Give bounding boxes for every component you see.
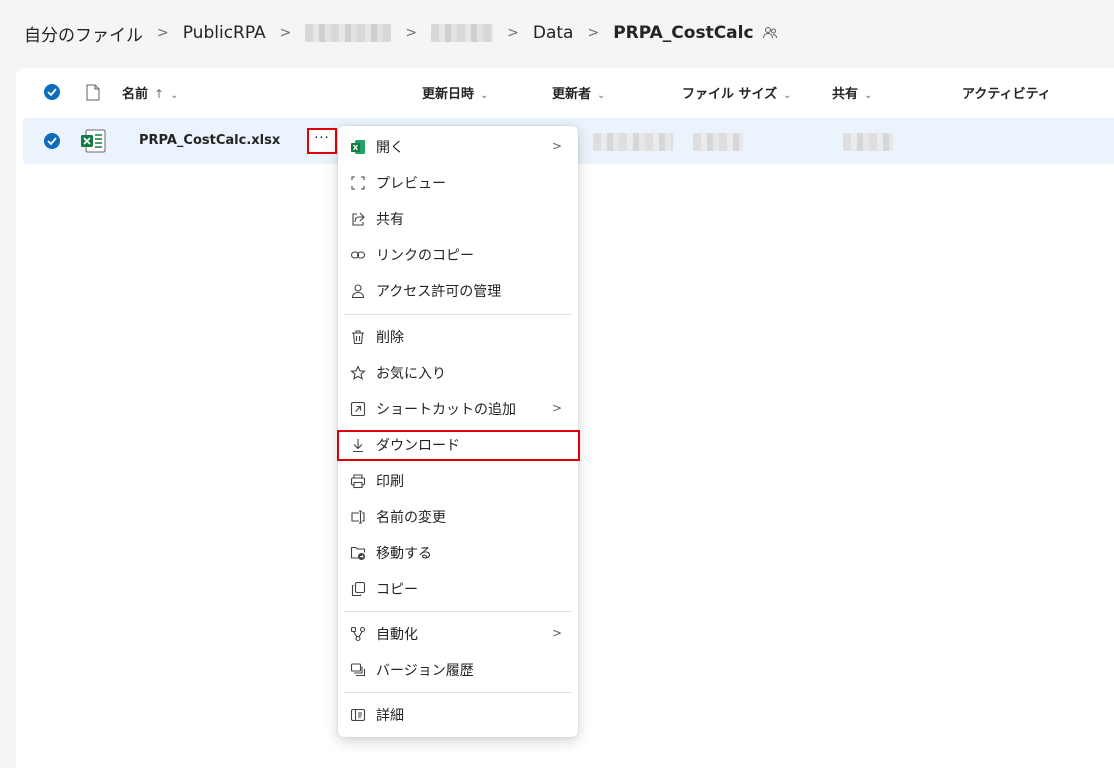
menu-item-favorite[interactable]: お気に入り: [344, 357, 572, 389]
chevron-right-icon: >: [405, 25, 418, 41]
rename-icon: [348, 507, 368, 527]
column-header-file-size[interactable]: ファイル サイズ ⌄: [682, 83, 792, 102]
trash-icon: [348, 327, 368, 347]
menu-item-copy-link-label: リンクのコピー: [376, 248, 474, 264]
column-header-file-size-label: ファイル サイズ: [682, 87, 778, 102]
menu-item-automate[interactable]: 自動化 >: [344, 618, 572, 650]
star-icon: [348, 363, 368, 383]
menu-item-print[interactable]: 印刷: [344, 465, 572, 497]
menu-item-copy-label: コピー: [376, 582, 418, 598]
menu-item-preview[interactable]: プレビュー: [344, 167, 572, 199]
move-folder-icon: [348, 543, 368, 563]
select-all-checkbox[interactable]: [44, 84, 60, 100]
column-header-sharing-label: 共有: [832, 87, 859, 102]
menu-divider: [344, 611, 572, 612]
more-actions-button[interactable]: ···: [307, 128, 337, 154]
chevron-right-icon: >: [551, 626, 562, 640]
row-checkbox[interactable]: [44, 133, 60, 149]
share-icon: [348, 209, 368, 229]
column-header-modified-by[interactable]: 更新者 ⌄: [552, 83, 605, 102]
breadcrumb-redacted-folder-2[interactable]: [431, 24, 494, 42]
menu-item-move-label: 移動する: [376, 546, 432, 562]
menu-divider: [344, 692, 572, 693]
menu-item-preview-label: プレビュー: [376, 176, 446, 192]
column-header-name-label: 名前: [122, 87, 149, 102]
excel-icon: [348, 137, 368, 157]
shared-people-icon: [762, 25, 778, 41]
version-history-icon: [348, 660, 368, 680]
column-header-name[interactable]: 名前 ↑ ⌄: [122, 83, 178, 102]
copy-icon: [348, 579, 368, 599]
breadcrumb-my-files[interactable]: 自分のファイル: [24, 21, 143, 46]
breadcrumb-publicrpa[interactable]: PublicRPA: [183, 23, 266, 43]
menu-item-copy-link[interactable]: リンクのコピー: [344, 239, 572, 271]
file-type-icon: [86, 84, 100, 105]
menu-item-version-history-label: バージョン履歴: [376, 663, 474, 679]
chevron-right-icon: >: [551, 139, 562, 153]
details-pane-icon: [348, 705, 368, 725]
chevron-down-icon: ⌄: [783, 90, 792, 101]
menu-item-details[interactable]: 詳細: [344, 699, 572, 731]
modified-by-cell-redacted: [593, 133, 673, 151]
menu-item-automate-label: 自動化: [376, 627, 418, 643]
menu-item-copy[interactable]: コピー: [344, 573, 572, 605]
chevron-right-icon: >: [507, 25, 519, 41]
chevron-right-icon: >: [551, 401, 562, 415]
menu-item-delete-label: 削除: [376, 330, 404, 346]
breadcrumb-current-folder: PRPA_CostCalc: [613, 23, 754, 43]
menu-item-add-shortcut[interactable]: ショートカットの追加 >: [344, 393, 572, 425]
link-icon: [348, 245, 368, 265]
column-header-modified-by-label: 更新者: [552, 87, 592, 102]
menu-item-rename[interactable]: 名前の変更: [344, 501, 572, 533]
chevron-right-icon: >: [587, 25, 600, 41]
menu-item-details-label: 詳細: [376, 708, 404, 724]
chevron-down-icon: ⌄: [170, 90, 179, 101]
column-header-sharing[interactable]: 共有 ⌄: [832, 83, 872, 102]
breadcrumb-redacted-folder-1[interactable]: [305, 24, 392, 42]
menu-item-share-label: 共有: [376, 212, 404, 228]
column-header-modified-label: 更新日時: [422, 87, 475, 102]
column-header-activity-label: アクティビティ: [962, 87, 1051, 102]
breadcrumb-data[interactable]: Data: [533, 23, 574, 43]
menu-item-open-label: 開く: [376, 140, 404, 156]
chevron-down-icon: ⌄: [864, 90, 873, 101]
menu-item-add-shortcut-label: ショートカットの追加: [376, 402, 516, 418]
print-icon: [348, 471, 368, 491]
automate-flow-icon: [348, 624, 368, 644]
sort-ascending-icon: ↑: [154, 87, 165, 101]
chevron-down-icon: ⌄: [597, 90, 606, 101]
download-highlight-box: [337, 430, 580, 461]
menu-item-share[interactable]: 共有: [344, 203, 572, 235]
chevron-right-icon: >: [157, 25, 169, 41]
chevron-right-icon: >: [279, 25, 292, 41]
file-name-link[interactable]: PRPA_CostCalc.xlsx: [139, 133, 280, 148]
shortcut-icon: [348, 399, 368, 419]
menu-item-open[interactable]: 開く >: [344, 131, 572, 163]
menu-item-rename-label: 名前の変更: [376, 510, 446, 526]
column-header-row: 名前 ↑ ⌄ 更新日時 ⌄ 更新者 ⌄ ファイル サイズ ⌄ 共有 ⌄ アクティビティ: [16, 68, 1114, 114]
sharing-cell-redacted: [843, 133, 893, 151]
menu-item-delete[interactable]: 削除: [344, 321, 572, 353]
menu-item-favorite-label: お気に入り: [376, 366, 446, 382]
preview-icon: [348, 173, 368, 193]
file-size-cell-redacted: [693, 133, 743, 151]
person-icon: [348, 281, 368, 301]
menu-item-version-history[interactable]: バージョン履歴: [344, 654, 572, 686]
column-header-modified[interactable]: 更新日時 ⌄: [422, 83, 488, 102]
column-header-activity[interactable]: アクティビティ: [962, 83, 1051, 102]
chevron-down-icon: ⌄: [480, 90, 489, 101]
breadcrumb: 自分のファイル > PublicRPA > > > Data > PRPA_Co…: [24, 18, 778, 48]
excel-file-icon: [79, 127, 107, 159]
menu-item-print-label: 印刷: [376, 474, 404, 490]
menu-item-manage-access[interactable]: アクセス許可の管理: [344, 275, 572, 307]
menu-item-move[interactable]: 移動する: [344, 537, 572, 569]
menu-item-manage-access-label: アクセス許可の管理: [376, 284, 502, 300]
menu-divider: [344, 314, 572, 315]
